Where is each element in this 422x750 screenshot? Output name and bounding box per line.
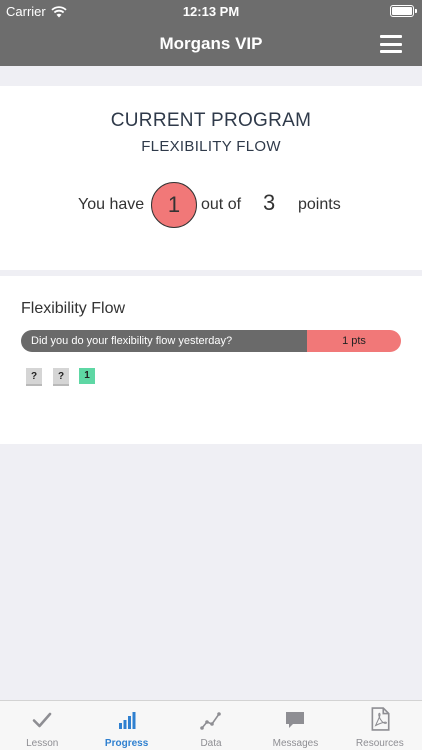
tab-resources[interactable]: Resources	[338, 701, 422, 750]
battery-icon	[390, 5, 417, 17]
tab-bar: Lesson Progress Data Messages Resources	[0, 700, 422, 750]
bar-chart-icon	[118, 712, 136, 729]
points-summary: You have 1 out of 3 points	[0, 182, 422, 232]
tab-lesson-label: Lesson	[26, 738, 59, 749]
points-prefix: You have	[78, 196, 145, 213]
status-time: 12:13 PM	[182, 4, 240, 19]
habit-points: 1 pts	[307, 330, 401, 352]
status-bar: Carrier 12:13 PM	[0, 0, 422, 22]
day-status-box[interactable]: ?	[26, 368, 42, 386]
current-points-badge: 1	[151, 182, 197, 228]
tab-resources-label: Resources	[355, 738, 404, 749]
total-points: 3	[263, 190, 276, 215]
navigation-bar: Morgans VIP	[0, 22, 422, 66]
day-status-box[interactable]: ?	[53, 368, 69, 386]
tab-messages-label: Messages	[272, 738, 319, 749]
page-title: Morgans VIP	[159, 34, 263, 53]
tab-data[interactable]: Data	[169, 701, 253, 750]
tab-data-label: Data	[200, 738, 222, 749]
points-middle-text: out of	[201, 196, 242, 213]
tab-progress-label: Progress	[104, 738, 149, 749]
current-program-card: CURRENT PROGRAM FLEXIBILITY FLOW You hav…	[0, 86, 422, 270]
checkmark-icon	[32, 712, 52, 728]
habit-title: Flexibility Flow	[21, 300, 126, 317]
program-section-label: CURRENT PROGRAM	[110, 110, 312, 131]
pdf-document-icon	[371, 707, 390, 731]
hamburger-menu-icon[interactable]	[380, 35, 402, 53]
chat-bubble-icon	[286, 712, 305, 728]
habit-card: Flexibility Flow Did you do your flexibi…	[0, 276, 422, 444]
tab-lesson[interactable]: Lesson	[0, 701, 84, 750]
points-suffix: points	[298, 196, 341, 213]
tab-messages[interactable]: Messages	[253, 701, 337, 750]
day-status-box[interactable]: 1	[79, 368, 95, 384]
program-name: FLEXIBILITY FLOW	[141, 138, 281, 155]
habit-question: Did you do your flexibility flow yesterd…	[21, 330, 307, 352]
tab-progress[interactable]: Progress	[84, 701, 168, 750]
habit-question-button[interactable]: Did you do your flexibility flow yesterd…	[21, 330, 401, 352]
line-chart-icon	[200, 712, 221, 730]
